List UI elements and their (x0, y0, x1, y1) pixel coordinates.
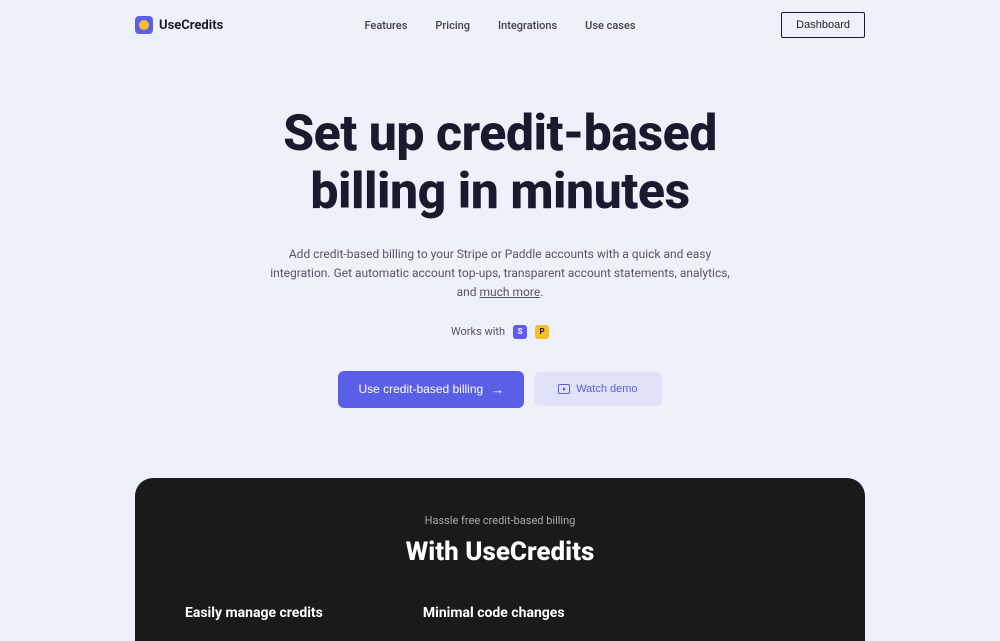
hero-title-line1: Set up credit-based (283, 105, 717, 163)
arrow-right-icon: → (491, 382, 504, 397)
dark-subtitle: Hassle free credit-based billing (175, 514, 825, 527)
hero-title-line2: billing in minutes (310, 163, 689, 221)
feature-minimal-code: Minimal code changes (423, 605, 565, 621)
logo-text: UseCredits (159, 18, 223, 33)
hero-subtitle: Add credit-based billing to your Stripe … (260, 245, 740, 303)
works-with-label: Works with (451, 325, 505, 338)
hero-section: Set up credit-based billing in minutes A… (135, 50, 865, 408)
use-credit-billing-button[interactable]: Use credit-based billing → (338, 371, 524, 408)
watch-demo-button[interactable]: Watch demo (534, 372, 661, 406)
dark-section: Hassle free credit-based billing With Us… (135, 478, 865, 641)
nav-features[interactable]: Features (364, 19, 407, 32)
much-more-link[interactable]: much more (480, 285, 541, 299)
dashboard-button[interactable]: Dashboard (781, 12, 865, 38)
nav-pricing[interactable]: Pricing (435, 19, 470, 32)
cta-buttons: Use credit-based billing → Watch demo (135, 371, 865, 408)
nav-integrations[interactable]: Integrations (498, 19, 557, 32)
logo[interactable]: UseCredits (135, 16, 223, 34)
stripe-icon: S (513, 325, 527, 339)
play-icon (558, 384, 570, 394)
header: UseCredits Features Pricing Integrations… (135, 0, 865, 50)
works-with: Works with S P (135, 325, 865, 339)
features-row: Easily manage credits Minimal code chang… (175, 605, 825, 621)
paddle-icon: P (535, 325, 549, 339)
dark-title: With UseCredits (175, 537, 825, 567)
feature-easily-manage: Easily manage credits (185, 605, 323, 621)
nav-use-cases[interactable]: Use cases (585, 19, 635, 32)
hero-title: Set up credit-based billing in minutes (135, 106, 865, 221)
logo-icon (135, 16, 153, 34)
nav-menu: Features Pricing Integrations Use cases (364, 19, 635, 32)
